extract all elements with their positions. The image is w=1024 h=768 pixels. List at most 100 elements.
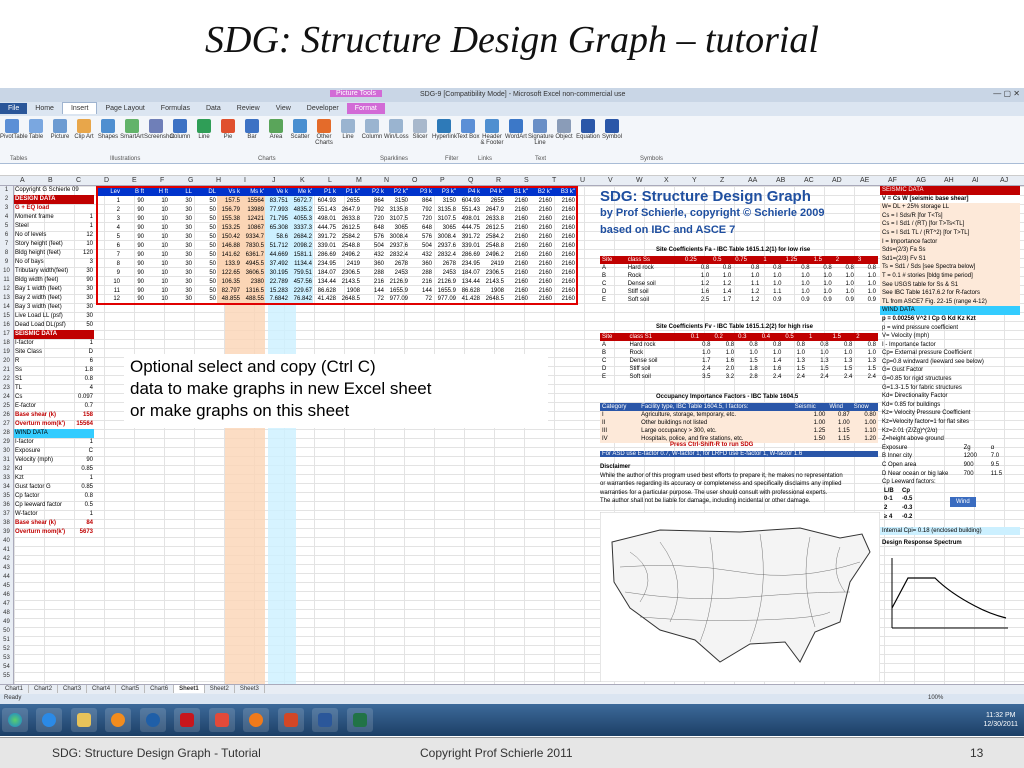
excel-icon[interactable] xyxy=(346,708,373,732)
column-header[interactable]: S xyxy=(524,177,529,184)
table-cell[interactable]: 10 xyxy=(145,214,169,223)
table-cell[interactable]: 90 xyxy=(121,214,145,223)
ribbon-button-smartart[interactable]: SmartArt xyxy=(120,119,144,140)
table-row[interactable]: 4 90 10 30 50 153.25 10867 65.308 3337.3 444.75 26… xyxy=(97,223,577,232)
param-row[interactable]: Steel 1 xyxy=(14,222,94,231)
row-header[interactable]: 40 xyxy=(0,537,13,546)
table-cell[interactable]: 30 xyxy=(169,196,193,205)
table-cell[interactable]: 156.79 xyxy=(217,205,241,214)
ribbon-button-line[interactable]: Line xyxy=(192,119,216,140)
param-row[interactable]: Story height (feet) 10 xyxy=(14,240,94,249)
table-cell[interactable]: 12 xyxy=(97,295,121,304)
column-header[interactable]: U xyxy=(580,177,585,184)
table-cell[interactable]: 134.44 xyxy=(457,277,481,286)
table-cell[interactable]: 3008.4 xyxy=(433,232,457,241)
param-row[interactable]: Bay 2 width (feet) 30 xyxy=(14,294,94,303)
table-row[interactable]: 9 90 10 30 50 122.65 3606.5 30.195 759.51 184.07 2… xyxy=(97,268,577,277)
table-cell[interactable]: 2160 xyxy=(553,250,577,259)
param-row[interactable]: Base shear (k) 84 xyxy=(14,519,94,528)
table-cell[interactable]: 72 xyxy=(361,295,385,304)
table-cell[interactable]: 339.01 xyxy=(457,241,481,250)
table-cell[interactable]: 3107.5 xyxy=(433,214,457,223)
param-row[interactable]: Cs 0.097 xyxy=(14,393,94,402)
table-cell[interactable]: 6361.7 xyxy=(241,250,265,259)
row-header[interactable]: 3 xyxy=(0,204,13,213)
row-header[interactable]: 7 xyxy=(0,240,13,249)
row-header[interactable]: 45 xyxy=(0,582,13,591)
sheet-tab-chart5[interactable]: Chart5 xyxy=(116,685,146,693)
table-cell[interactable]: 10 xyxy=(145,232,169,241)
table-cell[interactable]: 10 xyxy=(145,259,169,268)
table-cell[interactable]: 3135.8 xyxy=(433,205,457,214)
row-header[interactable]: 23 xyxy=(0,384,13,393)
row-header[interactable]: 31 xyxy=(0,456,13,465)
table-cell[interactable]: 3107.5 xyxy=(385,214,409,223)
ribbon-button-slicer[interactable]: Slicer xyxy=(408,119,432,140)
ribbon-button-header-footer[interactable]: Header & Footer xyxy=(480,119,504,146)
table-row[interactable]: 12 90 10 30 50 48.855 488.55 7.6842 76.842 41.428… xyxy=(97,295,577,304)
table-cell[interactable]: 977.09 xyxy=(433,295,457,304)
table-cell[interactable]: 184.07 xyxy=(313,268,337,277)
param-row[interactable]: Velocity (mph) 90 xyxy=(14,456,94,465)
row-header[interactable]: 14 xyxy=(0,303,13,312)
row-header[interactable]: 1 xyxy=(0,186,13,195)
table-cell[interactable]: 234.95 xyxy=(313,259,337,268)
table-cell[interactable]: 504 xyxy=(361,241,385,250)
table-cell[interactable]: 90 xyxy=(121,205,145,214)
table-cell[interactable]: 30 xyxy=(169,241,193,250)
param-row[interactable]: Kd 0.85 xyxy=(14,465,94,474)
table-cell[interactable]: 2160 xyxy=(553,223,577,232)
row-header[interactable]: 2 xyxy=(0,195,13,204)
table-cell[interactable]: 4945.5 xyxy=(241,259,265,268)
table-cell[interactable]: 30.195 xyxy=(265,268,289,277)
table-cell[interactable]: 432 xyxy=(409,250,433,259)
row-header[interactable]: 5 xyxy=(0,222,13,231)
table-cell[interactable]: 2160 xyxy=(529,214,553,223)
table-cell[interactable]: 83.751 xyxy=(265,196,289,205)
table-cell[interactable]: 2160 xyxy=(553,286,577,295)
table-cell[interactable]: 391.72 xyxy=(457,232,481,241)
row-header[interactable]: 6 xyxy=(0,231,13,240)
param-row[interactable]: Live Load LL (psf) 30 xyxy=(14,312,94,321)
table-cell[interactable]: 90 xyxy=(121,196,145,205)
table-cell[interactable]: 2143.5 xyxy=(481,277,505,286)
sheet-tab-chart4[interactable]: Chart4 xyxy=(87,685,117,693)
zoom-level[interactable]: 100% xyxy=(928,695,943,701)
table-cell[interactable]: 48.855 xyxy=(217,295,241,304)
ribbon-button-symbol[interactable]: Symbol xyxy=(600,119,624,140)
table-cell[interactable]: 1655.9 xyxy=(385,286,409,295)
ribbon-button-line[interactable]: Line xyxy=(336,119,360,140)
row-header[interactable]: 51 xyxy=(0,636,13,645)
column-header[interactable]: Y xyxy=(692,177,697,184)
column-header[interactable]: L xyxy=(328,177,332,184)
row-header[interactable]: 20 xyxy=(0,357,13,366)
table-cell[interactable]: 41.428 xyxy=(313,295,337,304)
row-header[interactable]: 18 xyxy=(0,339,13,348)
table-cell[interactable]: 234.95 xyxy=(457,259,481,268)
table-cell[interactable]: 86.628 xyxy=(313,286,337,295)
firefox-icon[interactable] xyxy=(243,708,270,732)
table-cell[interactable]: 3008.4 xyxy=(385,232,409,241)
table-cell[interactable]: 58.6 xyxy=(265,232,289,241)
table-cell[interactable]: 2453 xyxy=(385,268,409,277)
table-cell[interactable]: 792 xyxy=(409,205,433,214)
table-cell[interactable]: 720 xyxy=(409,214,433,223)
table-cell[interactable]: 2678 xyxy=(433,259,457,268)
table-cell[interactable]: 77.993 xyxy=(265,205,289,214)
table-cell[interactable]: 51.712 xyxy=(265,241,289,250)
table-cell[interactable]: 65.308 xyxy=(265,223,289,232)
table-cell[interactable]: 41.428 xyxy=(457,295,481,304)
row-header[interactable]: 10 xyxy=(0,267,13,276)
table-cell[interactable]: 15.283 xyxy=(265,286,289,295)
table-cell[interactable]: 4835.2 xyxy=(289,205,313,214)
table-cell[interactable]: 90 xyxy=(121,277,145,286)
row-header[interactable]: 53 xyxy=(0,654,13,663)
ribbon-tab-page-layout[interactable]: Page Layout xyxy=(97,103,152,114)
table-row[interactable]: 6 90 10 30 50 146.88 7830.5 51.712 2098.2 339.01 2… xyxy=(97,241,577,250)
table-cell[interactable]: 2160 xyxy=(553,214,577,223)
table-cell[interactable]: 50 xyxy=(193,250,217,259)
media-player-icon[interactable] xyxy=(105,708,132,732)
ribbon-button-other-charts[interactable]: Other Charts xyxy=(312,119,336,146)
ribbon-button-pie[interactable]: Pie xyxy=(216,119,240,140)
row-header[interactable]: 27 xyxy=(0,420,13,429)
